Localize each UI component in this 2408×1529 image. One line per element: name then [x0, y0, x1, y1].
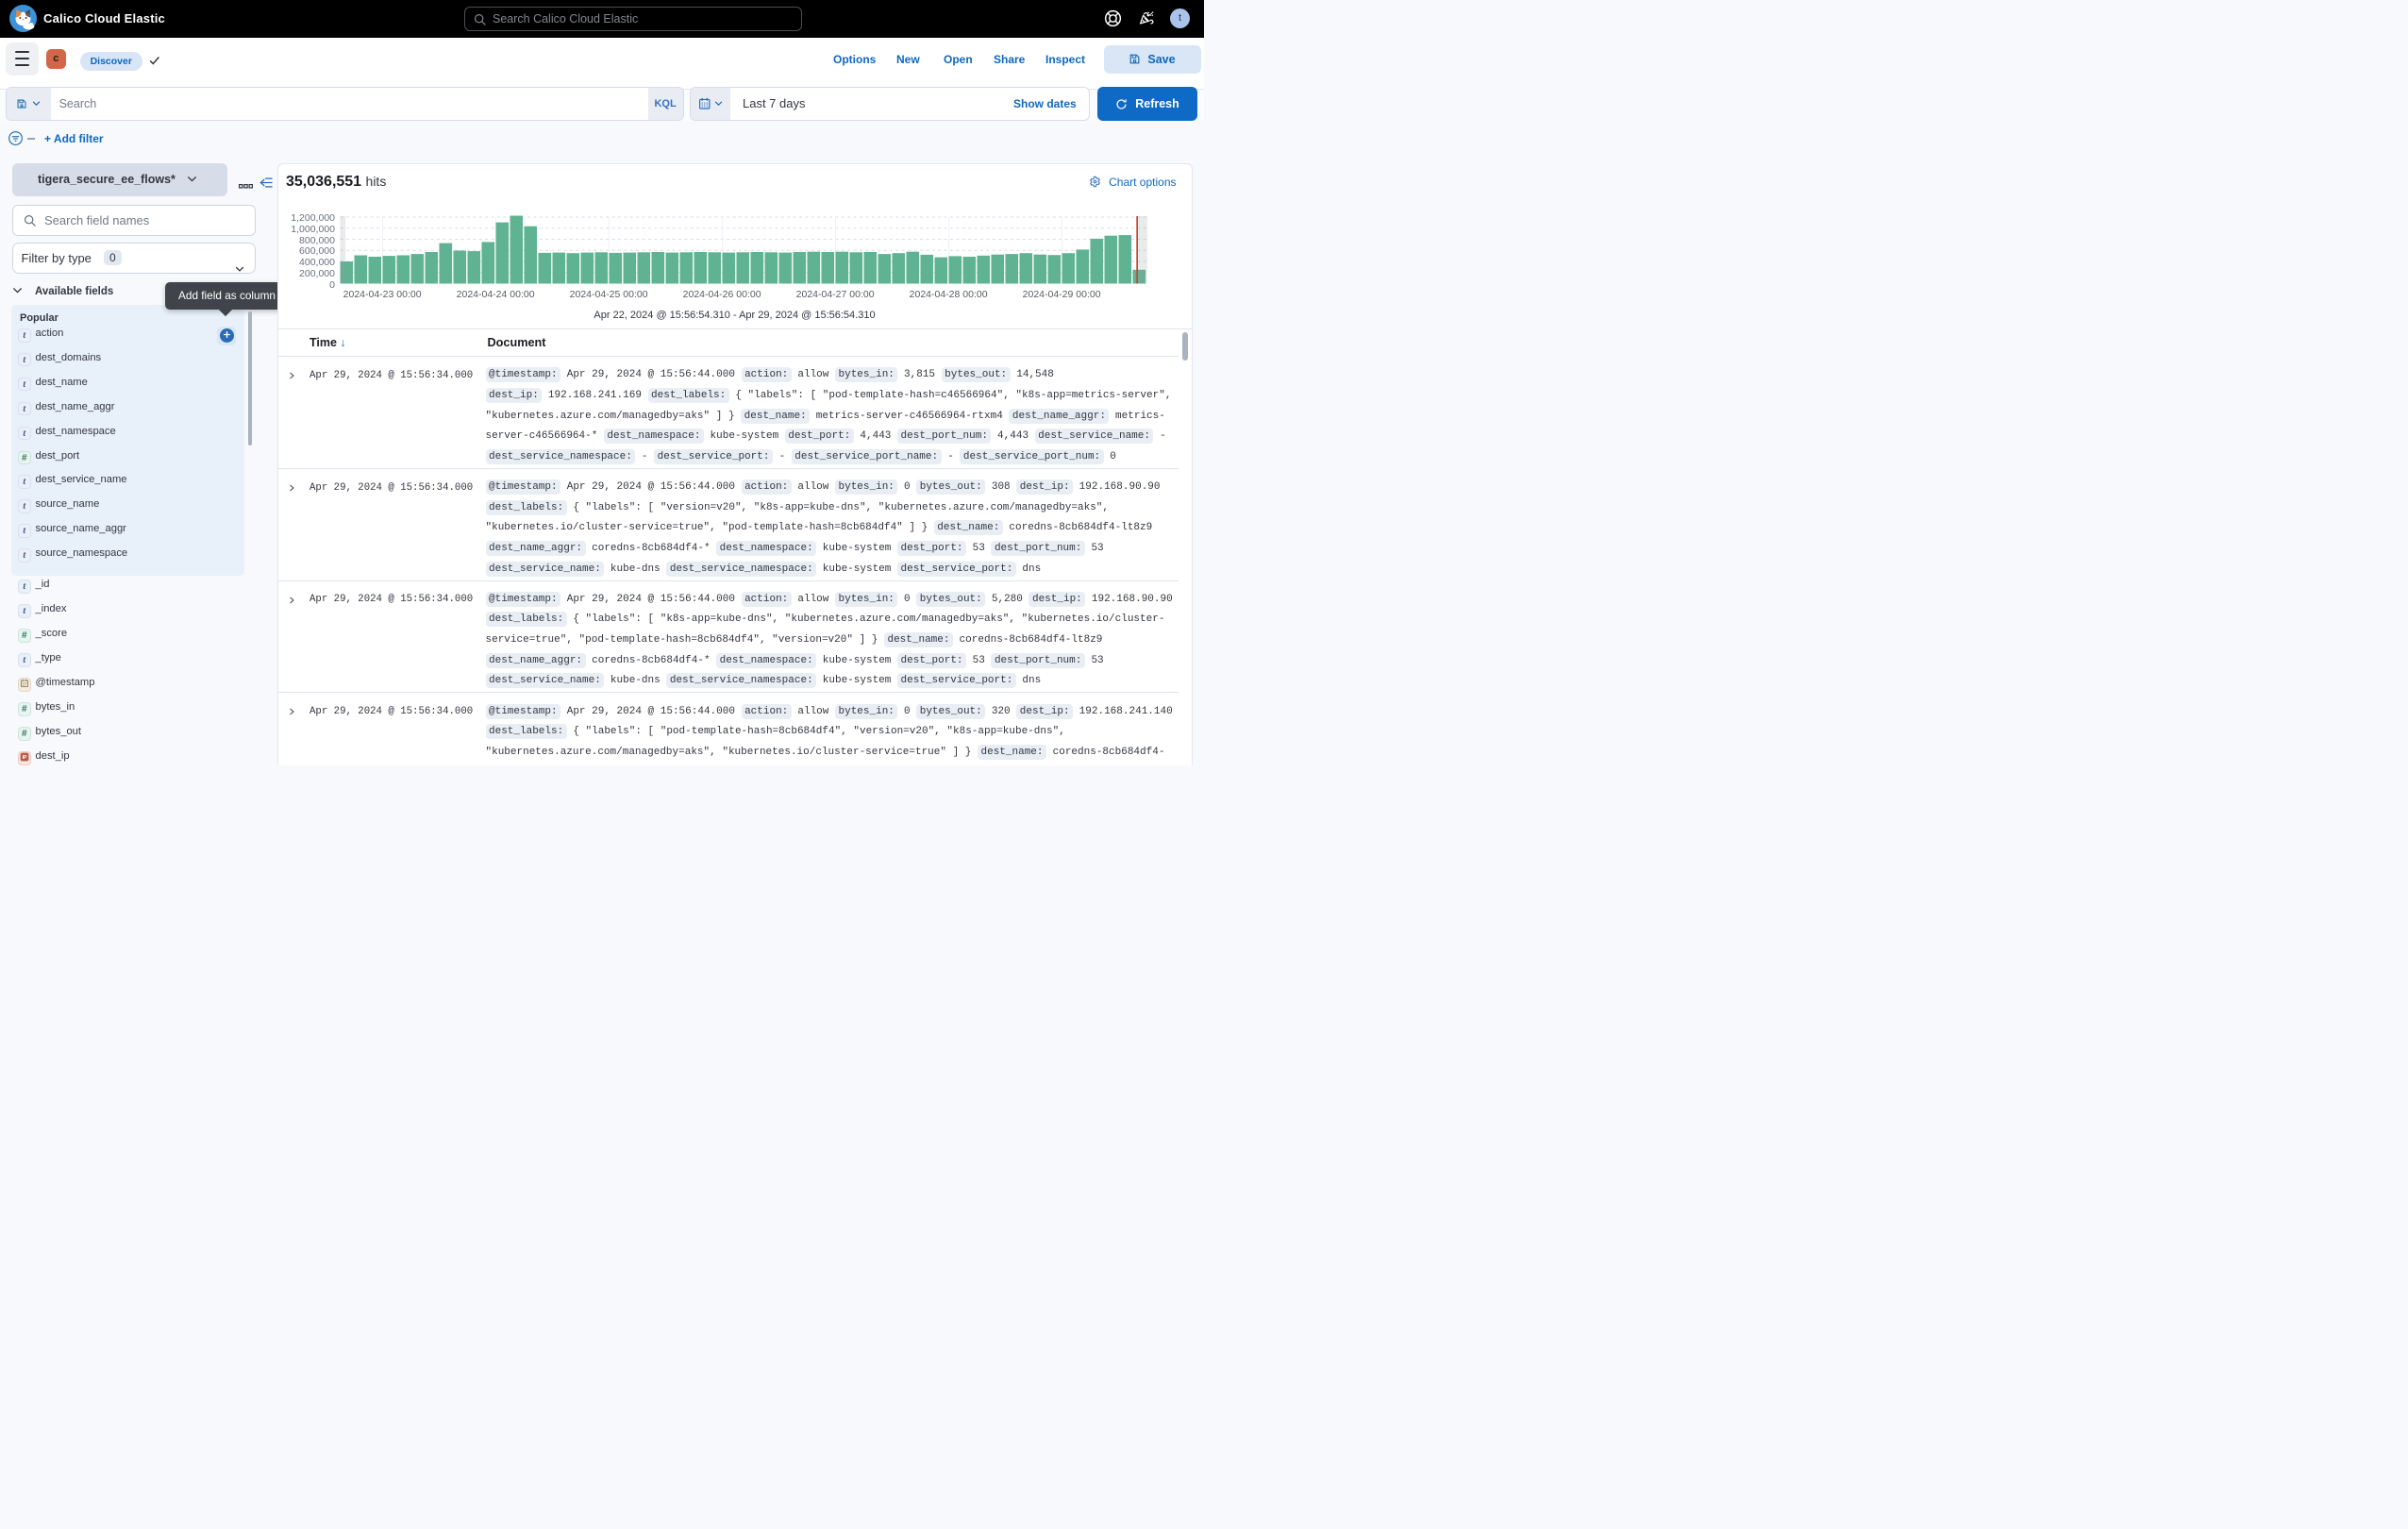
svg-text:IP: IP: [22, 755, 26, 761]
